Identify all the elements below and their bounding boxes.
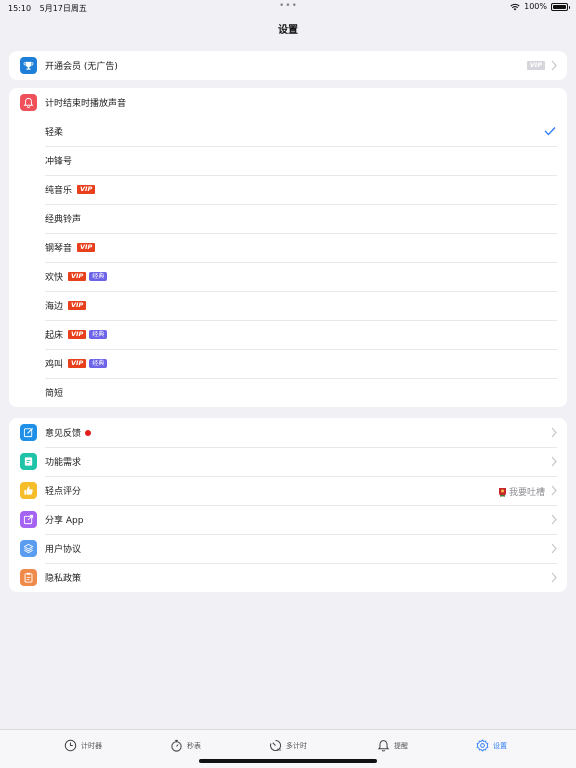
battery-fill xyxy=(553,4,566,9)
svg-text:10: 10 xyxy=(277,748,282,752)
layers-icon xyxy=(20,540,37,557)
sound-option-label: 起床 xyxy=(45,331,64,341)
membership-card: 开通会员 (无广告) VIP xyxy=(9,51,567,80)
tab-label: 提醒 xyxy=(394,741,408,750)
vip-badge: VIP xyxy=(68,272,87,281)
tab-label: 多计时 xyxy=(286,741,307,750)
misc-row[interactable]: 意见反馈 xyxy=(9,418,567,447)
vip-badge: VIP xyxy=(68,330,87,339)
vip-badge: VIP xyxy=(77,185,96,194)
sound-option[interactable]: 经典铃声 xyxy=(9,204,567,233)
trophy-icon xyxy=(20,57,37,74)
misc-row-label: 意见反馈 xyxy=(45,429,82,439)
edit-icon xyxy=(20,424,37,441)
misc-row-label: 功能需求 xyxy=(45,458,82,468)
tab-bell[interactable]: 提醒 xyxy=(377,739,408,752)
sound-option-label: 轻柔 xyxy=(45,128,64,138)
sound-option[interactable]: 鸡叫 VIP 经典 xyxy=(9,349,567,378)
chevron-right-icon xyxy=(551,60,557,71)
complain-link[interactable]: 我要吐槽 xyxy=(498,485,545,498)
sound-option-label: 简短 xyxy=(45,389,64,399)
sound-option[interactable]: 纯音乐 VIP xyxy=(9,175,567,204)
multi-timer-icon: 10 xyxy=(269,739,282,752)
classic-badge: 经典 xyxy=(89,330,108,339)
battery-percent: 100% xyxy=(524,2,547,11)
sound-option-label: 钢琴音 xyxy=(45,244,73,254)
chevron-right-icon xyxy=(551,572,557,583)
misc-items: 意见反馈功能需求轻点评分 我要吐槽分享 App 用户协议隐私政策 xyxy=(9,418,567,592)
vip-badge: VIP xyxy=(526,61,545,70)
multitask-dots[interactable]: ••• xyxy=(279,1,298,11)
notification-dot xyxy=(85,429,92,436)
sound-option[interactable]: 起床 VIP 经典 xyxy=(9,320,567,349)
vip-badge: VIP xyxy=(68,301,87,310)
sound-option-label: 经典铃声 xyxy=(45,215,82,225)
page-title: 设置 xyxy=(278,25,298,36)
misc-row[interactable]: 用户协议 xyxy=(9,534,567,563)
misc-row[interactable]: 分享 App xyxy=(9,505,567,534)
sound-option[interactable]: 欢快 VIP 经典 xyxy=(9,262,567,291)
home-indicator[interactable] xyxy=(199,759,377,763)
tab-label: 计时器 xyxy=(81,741,102,750)
vip-badge: VIP xyxy=(68,359,87,368)
sound-option-label: 欢快 xyxy=(45,273,64,283)
chevron-right-icon xyxy=(551,427,557,438)
sound-card: 计时结束时播放声音 轻柔 冲锋号 纯音乐 VIP 经典铃声 钢琴音 VIP 欢快 VIP 经典 海边… xyxy=(9,88,567,407)
bell-icon xyxy=(377,739,390,752)
chevron-right-icon xyxy=(551,456,557,467)
tab-clock[interactable]: 计时器 xyxy=(64,739,102,752)
status-left: 15:10 5月17日周五 xyxy=(8,3,93,14)
clipboard-icon xyxy=(20,569,37,586)
misc-row[interactable]: 隐私政策 xyxy=(9,563,567,592)
checkmark-icon xyxy=(544,127,556,136)
complain-label: 我要吐槽 xyxy=(508,488,545,498)
sound-option-label: 鸡叫 xyxy=(45,360,64,370)
sound-option[interactable]: 轻柔 xyxy=(9,117,567,146)
misc-row-label: 轻点评分 xyxy=(45,487,82,497)
share-icon xyxy=(20,511,37,528)
misc-row[interactable]: 轻点评分 我要吐槽 xyxy=(9,476,567,505)
tab-label: 设置 xyxy=(493,741,507,750)
sound-header-label: 计时结束时播放声音 xyxy=(45,99,127,109)
sound-options: 轻柔 冲锋号 纯音乐 VIP 经典铃声 钢琴音 VIP 欢快 VIP 经典 海边 VIP 起床 VIP 经典… xyxy=(9,117,567,407)
note-icon xyxy=(20,453,37,470)
tab-stopwatch[interactable]: 秒表 xyxy=(170,739,201,752)
sound-header: 计时结束时播放声音 xyxy=(9,88,567,117)
sound-option[interactable]: 简短 xyxy=(9,378,567,407)
misc-row-label: 隐私政策 xyxy=(45,574,82,584)
misc-row[interactable]: 功能需求 xyxy=(9,447,567,476)
classic-badge: 经典 xyxy=(89,359,108,368)
status-time: 15:10 xyxy=(8,4,32,13)
misc-row-label: 用户协议 xyxy=(45,545,82,555)
misc-row-label: 分享 App xyxy=(45,516,84,526)
status-right: 100% xyxy=(510,2,570,11)
sound-option[interactable]: 钢琴音 VIP xyxy=(9,233,567,262)
bell-icon xyxy=(20,94,37,111)
sound-option[interactable]: 冲锋号 xyxy=(9,146,567,175)
badge-icon xyxy=(498,487,506,497)
chevron-right-icon xyxy=(551,514,557,525)
battery-icon xyxy=(551,2,570,11)
wifi-icon xyxy=(510,3,520,10)
tab-multi-timer[interactable]: 10 多计时 xyxy=(269,739,307,752)
sound-option-label: 纯音乐 xyxy=(45,186,73,196)
tab-gear[interactable]: 设置 xyxy=(476,739,507,752)
sound-option-label: 海边 xyxy=(45,302,64,312)
status-date: 5月17日周五 xyxy=(39,4,87,13)
thumbs-up-icon xyxy=(20,482,37,499)
gear-icon xyxy=(476,739,489,752)
stopwatch-icon xyxy=(170,739,183,752)
sound-option[interactable]: 海边 VIP xyxy=(9,291,567,320)
status-bar: 15:10 5月17日周五 ••• 100% xyxy=(0,0,576,14)
sound-option-label: 冲锋号 xyxy=(45,157,73,167)
chevron-right-icon xyxy=(551,543,557,554)
chevron-right-icon xyxy=(551,485,557,496)
tab-label: 秒表 xyxy=(187,741,201,750)
misc-card: 意见反馈功能需求轻点评分 我要吐槽分享 App 用户协议隐私政策 xyxy=(9,418,567,592)
membership-label: 开通会员 (无广告) xyxy=(45,62,118,72)
clock-icon xyxy=(64,739,77,752)
classic-badge: 经典 xyxy=(89,272,108,281)
vip-badge: VIP xyxy=(77,243,96,252)
membership-row[interactable]: 开通会员 (无广告) VIP xyxy=(9,51,567,80)
